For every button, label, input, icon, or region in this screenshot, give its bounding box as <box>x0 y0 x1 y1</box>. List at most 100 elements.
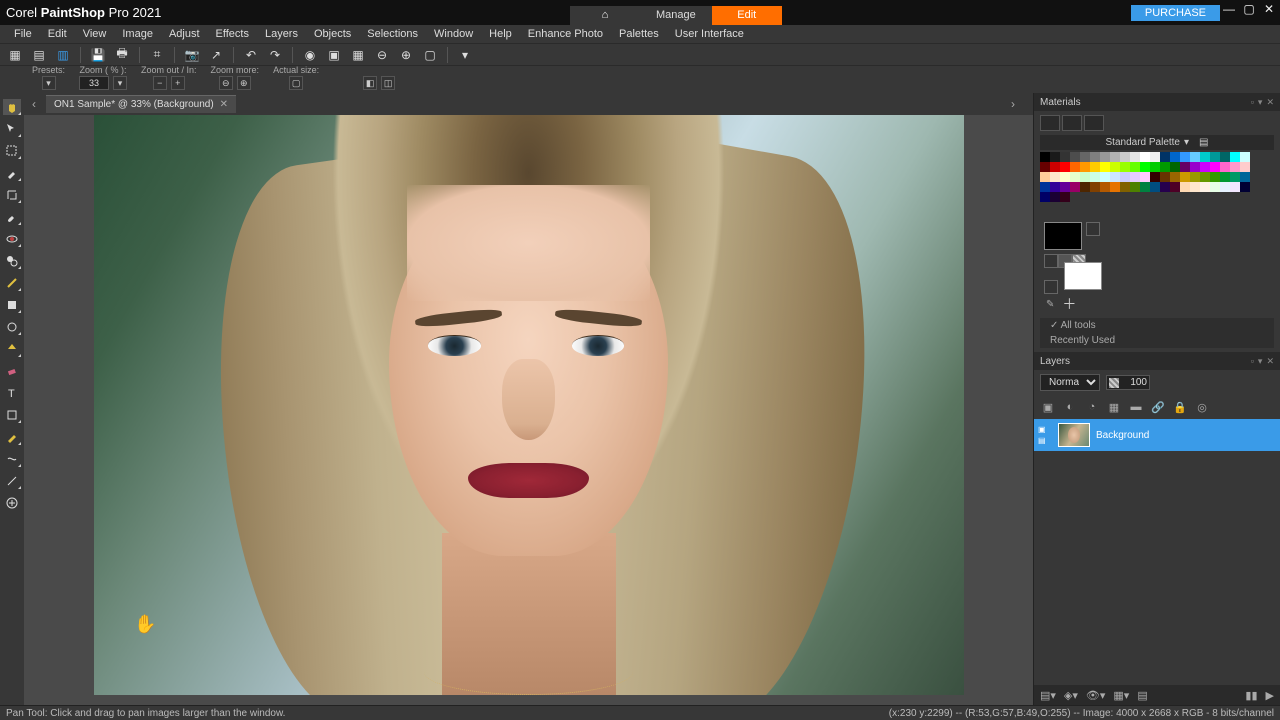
swatch-59[interactable] <box>1210 172 1220 182</box>
maximize-icon[interactable]: ▢ <box>1242 2 1256 16</box>
swatch-21[interactable] <box>1040 162 1050 172</box>
menu-image[interactable]: Image <box>114 26 161 42</box>
swatch-37[interactable] <box>1200 162 1210 172</box>
swatch-15[interactable] <box>1190 152 1200 162</box>
swatch-49[interactable] <box>1110 172 1120 182</box>
flood-tool[interactable] <box>3 341 21 357</box>
lf-dup-icon[interactable]: ◈▾ <box>1064 689 1078 702</box>
swatch-58[interactable] <box>1200 172 1210 182</box>
swatch-23[interactable] <box>1060 162 1070 172</box>
swatch-25[interactable] <box>1080 162 1090 172</box>
save-icon[interactable]: 💾 <box>89 46 107 64</box>
tab-prev-icon[interactable]: ‹ <box>32 97 46 111</box>
swatch-82[interactable] <box>1230 182 1240 192</box>
swatch-43[interactable] <box>1050 172 1060 182</box>
swatch-35[interactable] <box>1180 162 1190 172</box>
swatch-63[interactable] <box>1040 182 1050 192</box>
swatch-72[interactable] <box>1130 182 1140 192</box>
lock-layer-icon[interactable]: 🔒 <box>1172 399 1188 415</box>
swatch-67[interactable] <box>1080 182 1090 192</box>
swatch-74[interactable] <box>1150 182 1160 192</box>
link-layer-icon[interactable]: 🔗 <box>1150 399 1166 415</box>
default-colors-icon[interactable] <box>1044 280 1058 294</box>
recently-used-row[interactable]: Recently Used <box>1040 333 1274 348</box>
new-group-icon[interactable]: ▦ <box>1106 399 1122 415</box>
dropper-tool[interactable] <box>3 165 21 181</box>
swatch-0[interactable] <box>1040 152 1050 162</box>
menu-help[interactable]: Help <box>481 26 520 42</box>
swatch-65[interactable] <box>1060 182 1070 192</box>
pencil-icon[interactable]: ✎ <box>1046 299 1054 310</box>
brush-tool[interactable] <box>3 209 21 225</box>
swatch-18[interactable] <box>1220 152 1230 162</box>
swatch-86[interactable] <box>1060 192 1070 202</box>
swatch-62[interactable] <box>1240 172 1250 182</box>
redeye-tool[interactable] <box>3 231 21 247</box>
undo-icon[interactable]: ↶ <box>242 46 260 64</box>
pan-tool[interactable] <box>3 99 21 115</box>
swatch-39[interactable] <box>1220 162 1230 172</box>
swatch-13[interactable] <box>1170 152 1180 162</box>
swatch-55[interactable] <box>1170 172 1180 182</box>
minimize-icon[interactable]: — <box>1222 2 1236 16</box>
swatch-27[interactable] <box>1100 162 1110 172</box>
swatch-33[interactable] <box>1160 162 1170 172</box>
new-layer-icon[interactable]: ▣ <box>1040 399 1056 415</box>
image-document[interactable] <box>94 115 964 695</box>
warp-tool[interactable] <box>3 451 21 467</box>
swatch-54[interactable] <box>1160 172 1170 182</box>
swatch-56[interactable] <box>1180 172 1190 182</box>
zoom-out-btn[interactable]: − <box>153 76 167 90</box>
pick-tool[interactable] <box>3 121 21 137</box>
layer-vis-toggle[interactable]: ▣▤ <box>1038 425 1052 445</box>
tab-next-icon[interactable]: › <box>1011 97 1025 111</box>
scratch-tool[interactable] <box>3 275 21 291</box>
swatch-17[interactable] <box>1210 152 1220 162</box>
new-mask-icon[interactable]: ◐ <box>1062 399 1078 415</box>
swatch-76[interactable] <box>1170 182 1180 192</box>
menu-window[interactable]: Window <box>426 26 481 42</box>
menu-palettes[interactable]: Palettes <box>611 26 667 42</box>
swatch-85[interactable] <box>1050 192 1060 202</box>
crop-tool[interactable] <box>3 187 21 203</box>
opacity-input[interactable] <box>1121 377 1147 388</box>
palette-opts-icon[interactable]: ▤ <box>1199 137 1208 148</box>
camera-icon[interactable]: 📷 <box>183 46 201 64</box>
lf-more-icon[interactable]: ▤ <box>1137 689 1147 702</box>
mat-tab-hsl[interactable] <box>1062 115 1082 131</box>
lf-mask-icon[interactable]: 👁▾ <box>1086 689 1106 702</box>
preset-dropdown[interactable]: ▾ <box>42 76 56 90</box>
layers-opt-icon[interactable]: ▾ <box>1258 356 1263 367</box>
swatch-44[interactable] <box>1060 172 1070 182</box>
swatch-41[interactable] <box>1240 162 1250 172</box>
menu-selections[interactable]: Selections <box>359 26 426 42</box>
swatch-70[interactable] <box>1110 182 1120 192</box>
swatch-28[interactable] <box>1110 162 1120 172</box>
swatch-16[interactable] <box>1200 152 1210 162</box>
swatch-26[interactable] <box>1090 162 1100 172</box>
swatch-7[interactable] <box>1110 152 1120 162</box>
menu-file[interactable]: File <box>6 26 40 42</box>
menu-user-interface[interactable]: User Interface <box>667 26 752 42</box>
fit-icon[interactable]: ▢ <box>421 46 439 64</box>
layers-min-icon[interactable]: ▫ <box>1251 356 1254 367</box>
swatch-34[interactable] <box>1170 162 1180 172</box>
swatch-9[interactable] <box>1130 152 1140 162</box>
menu-effects[interactable]: Effects <box>208 26 257 42</box>
panel-close-icon[interactable]: ✕ <box>1266 97 1274 108</box>
fill-tool[interactable] <box>3 297 21 313</box>
lf-play-icon[interactable]: ▶ <box>1266 689 1274 702</box>
swatch-40[interactable] <box>1230 162 1240 172</box>
oil-tool[interactable] <box>3 495 21 511</box>
opt-a[interactable]: ◧ <box>363 76 377 90</box>
swatch-46[interactable] <box>1080 172 1090 182</box>
zoom-more-out[interactable]: ⊖ <box>219 76 233 90</box>
swatch-73[interactable] <box>1140 182 1150 192</box>
opacity-field[interactable] <box>1106 375 1150 390</box>
swatch-80[interactable] <box>1210 182 1220 192</box>
twain-icon[interactable]: ⌗ <box>148 46 166 64</box>
close-icon[interactable]: ✕ <box>1262 2 1276 16</box>
swatch-77[interactable] <box>1180 182 1190 192</box>
foreground-swatch[interactable] <box>1044 222 1082 250</box>
menu-layers[interactable]: Layers <box>257 26 306 42</box>
